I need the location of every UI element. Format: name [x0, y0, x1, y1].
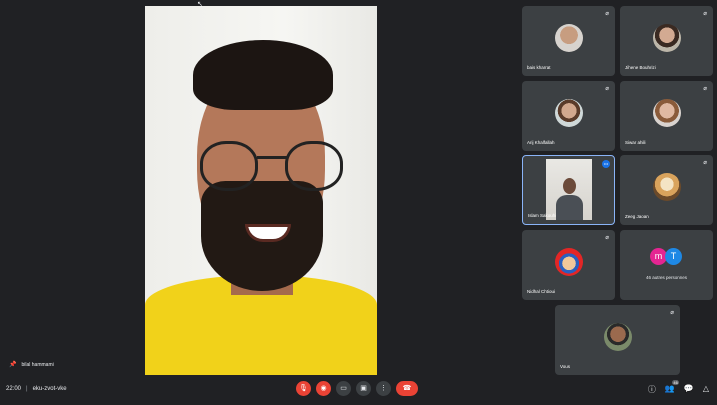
glasses-left-lens — [200, 141, 258, 191]
participant-tile[interactable]: ⌀ Arij Khalfallah — [522, 81, 615, 151]
speaking-indicator-icon: ••• — [602, 160, 610, 168]
camera-off-icon[interactable]: ◉ — [316, 381, 331, 396]
meeting-code: eku-zvot-vke — [32, 386, 67, 392]
pinned-participant-name: bilal hammami — [21, 361, 54, 368]
others-avatars: m T — [650, 248, 682, 265]
avatar — [554, 99, 583, 128]
participant-tile[interactable]: ⌀ Siwar ahili — [620, 81, 713, 151]
separator: | — [26, 386, 28, 392]
participant-name: Arij Khalfallah — [527, 140, 555, 145]
glasses-bridge — [257, 156, 287, 159]
main-video[interactable] — [145, 6, 377, 375]
call-controls: 🎙 ◉ ▭ ▣ ⋮ ☎ — [296, 381, 418, 396]
pin-icon[interactable]: 📌 — [9, 361, 16, 368]
more-icon[interactable]: ⋮ — [376, 381, 391, 396]
info-icon[interactable]: ⓘ — [648, 384, 656, 395]
mic-off-icon: ⌀ — [670, 310, 674, 316]
participants-badge: 46 — [672, 380, 679, 385]
mic-off-icon: ⌀ — [703, 11, 707, 17]
pinned-participant-label: 📌 bilal hammami — [9, 361, 54, 369]
self-view-tile[interactable]: ⌀ Vous — [555, 305, 680, 375]
others-tile[interactable]: m T 46 autres personnes — [620, 230, 713, 300]
mic-off-icon: ⌀ — [703, 86, 707, 92]
avatar — [652, 99, 681, 128]
mic-off-icon: ⌀ — [605, 86, 609, 92]
avatar — [554, 24, 583, 53]
participant-video — [546, 159, 592, 220]
participant-name: Nidhal Chtioui — [527, 289, 556, 294]
meeting-details: 22:00 | eku-zvot-vke — [6, 386, 67, 392]
participant-body — [556, 195, 583, 220]
people-icon[interactable]: 👥 46 — [665, 380, 679, 395]
self-name: Vous — [560, 364, 571, 369]
participant-tile[interactable]: ⌀ Nidhal Chtioui — [522, 230, 615, 300]
participant-name: Siwar ahili — [625, 140, 646, 145]
participant-name: Zeeg Jaoan — [625, 214, 649, 219]
bear-avatar — [652, 173, 681, 202]
hangup-icon[interactable]: ☎ — [396, 381, 418, 396]
mario-avatar — [554, 248, 583, 277]
present-icon[interactable]: ▣ — [356, 381, 371, 396]
participant-tile[interactable]: ⌀ Zeeg Jaoan — [620, 155, 713, 225]
mic-off-icon: ⌀ — [703, 160, 707, 166]
participant-name: Jihene Bouhrizi — [625, 65, 656, 70]
chat-icon[interactable]: 💬 — [684, 384, 694, 395]
others-count-label: 46 autres personnes — [645, 275, 688, 280]
avatar-initial: T — [665, 248, 682, 265]
participant-tile[interactable]: ⌀ bais kharrat — [522, 6, 615, 76]
speaker-hair — [193, 40, 333, 110]
side-panel-controls: ⓘ 👥 46 💬 △ — [648, 380, 709, 395]
avatar — [603, 323, 632, 352]
mic-off-icon[interactable]: 🎙 — [296, 381, 311, 396]
avatar — [652, 24, 681, 53]
participant-name: Islam Sakouhi — [528, 213, 557, 218]
participant-tile[interactable]: ⌀ Jihene Bouhrizi — [620, 6, 713, 76]
participant-head — [563, 178, 576, 194]
participant-tile-active-speaker[interactable]: ••• Islam Sakouhi — [522, 155, 615, 225]
activities-icon[interactable]: △ — [703, 384, 709, 395]
clock-time: 22:00 — [6, 386, 22, 392]
participant-name: bais kharrat — [527, 65, 551, 70]
captions-icon[interactable]: ▭ — [336, 381, 351, 396]
mic-off-icon: ⌀ — [605, 235, 609, 241]
mic-off-icon: ⌀ — [605, 11, 609, 17]
glasses-right-lens — [285, 141, 343, 191]
